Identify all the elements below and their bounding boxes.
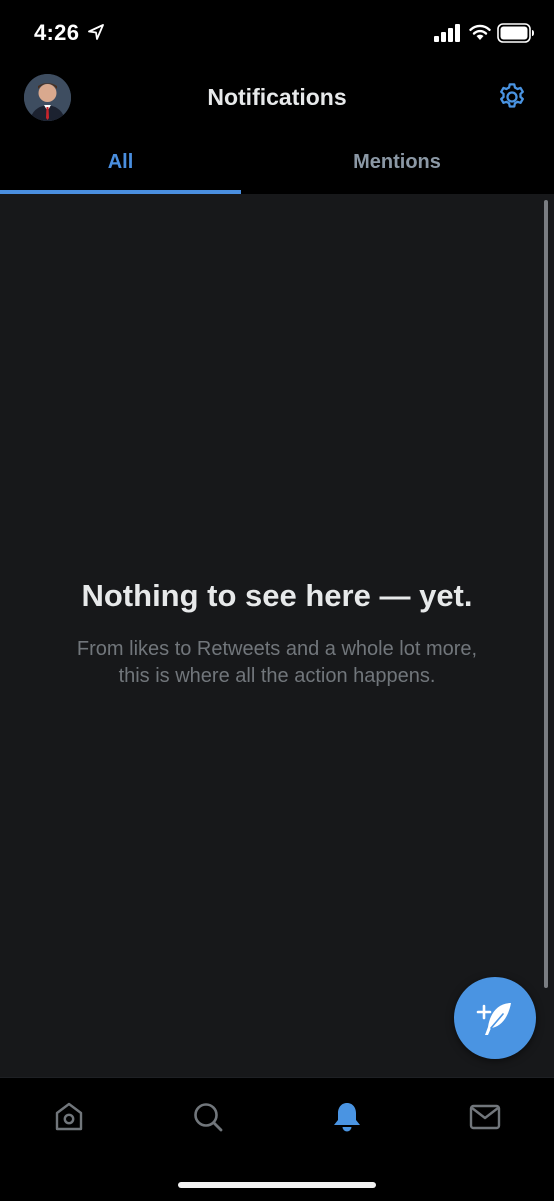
home-icon — [55, 1102, 83, 1131]
nav-messages[interactable] — [455, 1092, 515, 1140]
empty-state-body-line: this is where all the action happens. — [118, 665, 436, 687]
notifications-list[interactable]: Nothing to see here — yet. From likes to… — [0, 194, 554, 1077]
page-title: Notifications — [207, 84, 347, 110]
empty-state-title: Nothing to see here — yet. — [81, 578, 473, 613]
tab-mentions[interactable]: Mentions — [277, 134, 517, 194]
mail-icon — [469, 1104, 501, 1130]
nav-notifications[interactable] — [317, 1092, 377, 1140]
battery-icon — [497, 23, 534, 43]
wifi-icon — [469, 24, 491, 40]
compose-tweet-icon — [476, 1003, 511, 1035]
home-indicator[interactable] — [178, 1182, 376, 1188]
gear-icon[interactable] — [496, 81, 528, 113]
status-bar: 4:26 — [0, 0, 554, 62]
bell-icon — [334, 1103, 360, 1132]
header: Notifications — [0, 62, 554, 134]
nav-search[interactable] — [178, 1092, 238, 1140]
empty-state-body: From likes to Retweets and a whole lot m… — [45, 636, 509, 690]
empty-state-body-line: From likes to Retweets and a whole lot m… — [76, 638, 478, 660]
tab-bar: All Mentions — [0, 134, 554, 194]
location-arrow-icon — [88, 24, 104, 40]
nav-home[interactable] — [39, 1092, 99, 1140]
compose-tweet-button[interactable] — [454, 977, 536, 1059]
cellular-signal-icon — [434, 24, 460, 42]
tab-all[interactable]: All — [0, 134, 241, 194]
status-time: 4:26 — [34, 20, 80, 45]
search-icon — [194, 1103, 223, 1132]
